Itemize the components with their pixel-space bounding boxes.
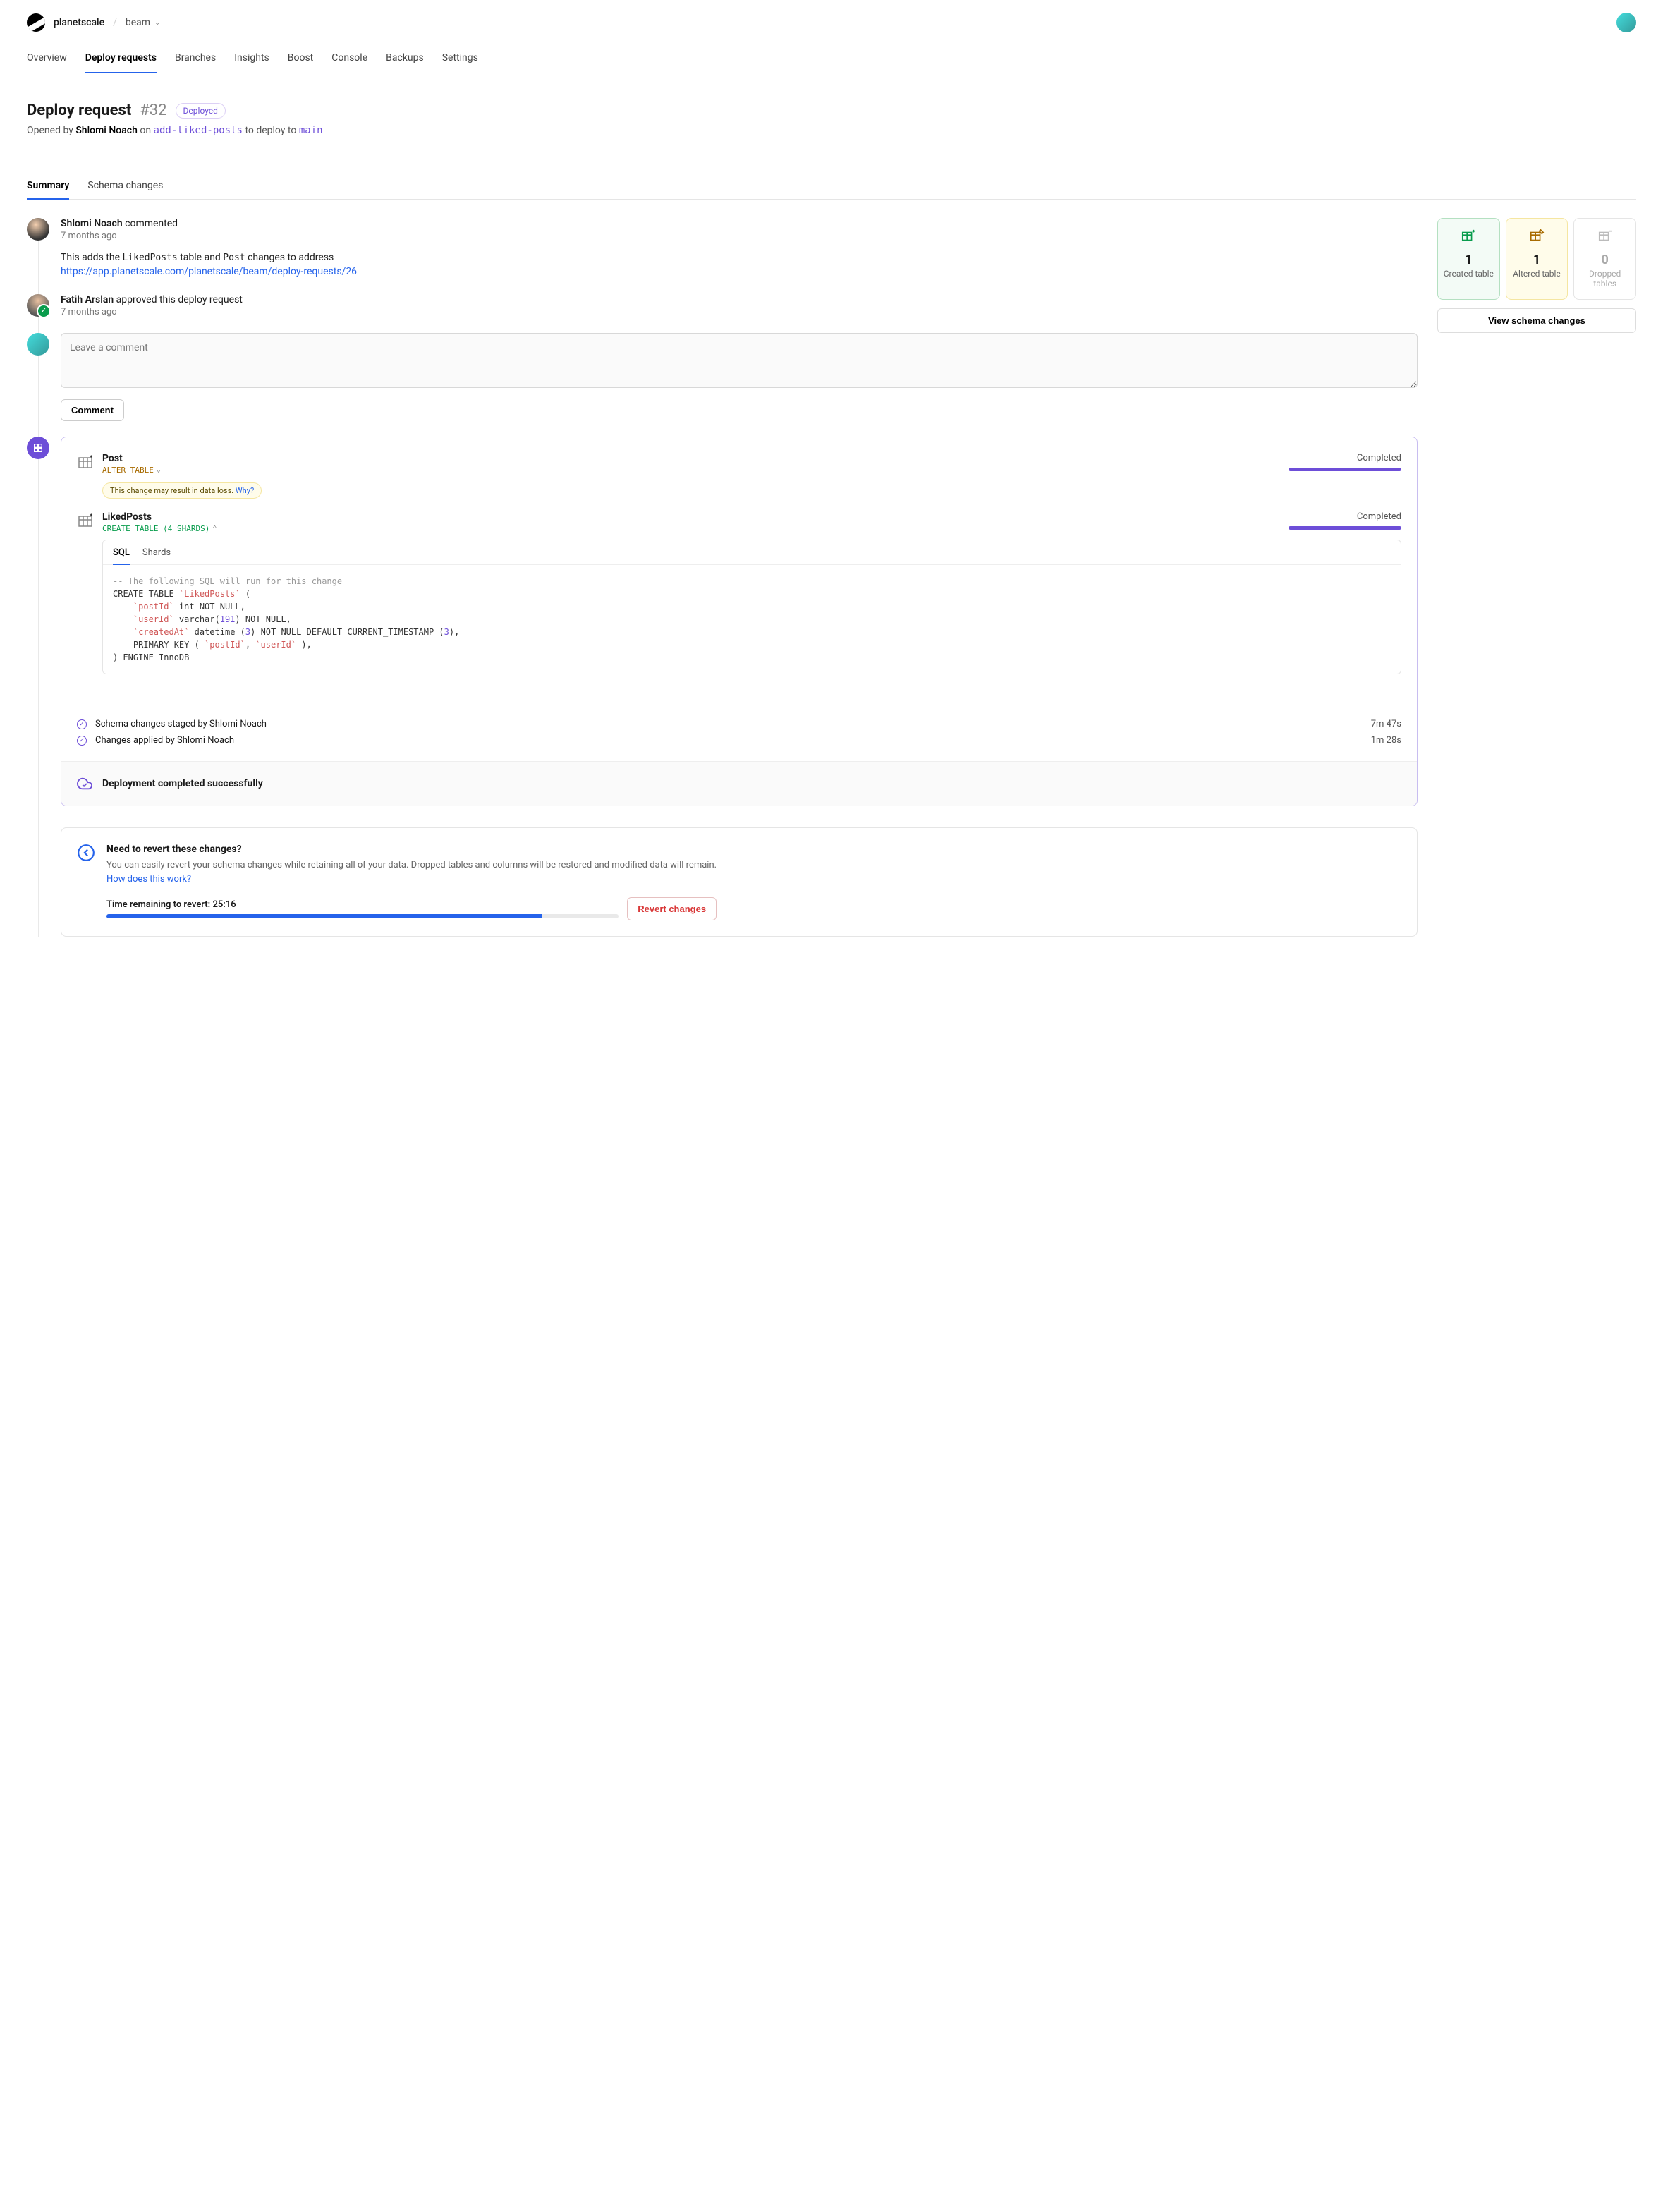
deployment-icon [27, 437, 49, 459]
revert-button[interactable]: Revert changes [627, 897, 717, 920]
progress-bar [1289, 468, 1401, 471]
cloud-check-icon [77, 776, 92, 791]
comment-body: This adds the LikedPosts table and Post … [61, 251, 1418, 279]
chevron-up-icon: ⌃ [212, 525, 217, 533]
deploy-event: ✓ Changes applied by Shlomi Noach 1m 28s [77, 732, 1401, 748]
approval-time: 7 months ago [61, 307, 1418, 317]
nav-insights[interactable]: Insights [234, 45, 269, 73]
current-user-avatar [27, 333, 49, 356]
view-schema-changes-button[interactable]: View schema changes [1437, 308, 1636, 333]
approver-avatar[interactable] [27, 294, 49, 317]
sql-code: -- The following SQL will run for this c… [103, 565, 1401, 674]
planetscale-logo[interactable] [27, 13, 45, 32]
check-circle-icon: ✓ [77, 736, 87, 746]
commenter-avatar[interactable] [27, 218, 49, 241]
breadcrumb: planetscale / beam ⌄ [27, 13, 160, 32]
opener-name: Shlomi Noach [75, 125, 138, 136]
table-edit-icon [1529, 229, 1545, 244]
revert-progress-bar [106, 914, 619, 918]
nav-deploy-requests[interactable]: Deploy requests [85, 45, 157, 73]
tab-summary[interactable]: Summary [27, 173, 69, 200]
comment-button[interactable]: Comment [61, 399, 124, 421]
table-plus-icon [1461, 229, 1476, 244]
change-operation[interactable]: CREATE TABLE (4 shards) ⌃ [102, 524, 217, 533]
nav-console[interactable]: Console [331, 45, 367, 73]
database-selector[interactable]: beam ⌄ [126, 17, 161, 28]
nav-backups[interactable]: Backups [386, 45, 424, 73]
change-operation[interactable]: ALTER TABLE ⌄ [102, 466, 161, 475]
check-circle-icon: ✓ [77, 719, 87, 729]
comment-input[interactable] [61, 333, 1418, 388]
comment-header: Shlomi Noach commented [61, 218, 1418, 229]
sql-panel: SQL Shards -- The following SQL will run… [102, 540, 1401, 674]
page-title: Deploy request [27, 102, 131, 119]
alter-table-icon [77, 454, 94, 471]
approval-header: Fatih Arslan approved this deploy reques… [61, 294, 1418, 305]
target-branch[interactable]: main [299, 125, 323, 136]
deployment-card: Post ALTER TABLE ⌄ Completed [61, 437, 1418, 806]
change-status: Completed [1289, 453, 1401, 463]
database-name: beam [126, 17, 150, 28]
source-branch[interactable]: add-liked-posts [154, 125, 243, 136]
deploy-request-number: #32 [140, 102, 166, 119]
stat-dropped: 0 Dropped tables [1573, 218, 1636, 300]
nav-branches[interactable]: Branches [175, 45, 216, 73]
user-avatar[interactable] [1616, 13, 1636, 32]
warning-help-link[interactable]: Why? [236, 486, 254, 495]
revert-description: You can easily revert your schema change… [106, 859, 717, 873]
change-name: LikedPosts [102, 511, 1280, 523]
nav-boost[interactable]: Boost [288, 45, 314, 73]
revert-help-link[interactable]: How does this work? [106, 874, 191, 885]
revert-card: Need to revert these changes? You can ea… [61, 827, 1418, 937]
deployment-success: Deployment completed successfully [61, 761, 1417, 806]
page-subtitle: Opened by Shlomi Noach on add-liked-post… [27, 125, 1636, 136]
stat-created: 1 Created table [1437, 218, 1500, 300]
change-name: Post [102, 453, 1280, 464]
comment-time: 7 months ago [61, 231, 1418, 241]
comment-link[interactable]: https://app.planetscale.com/planetscale/… [61, 266, 357, 277]
deploy-event: ✓ Schema changes staged by Shlomi Noach … [77, 716, 1401, 732]
change-status: Completed [1289, 511, 1401, 522]
org-link[interactable]: planetscale [54, 17, 104, 28]
chevron-down-icon: ⌄ [157, 466, 161, 474]
sql-tab-sql[interactable]: SQL [113, 547, 130, 565]
table-minus-icon [1597, 229, 1613, 244]
revert-icon [77, 844, 95, 862]
revert-title: Need to revert these changes? [106, 844, 717, 855]
nav-settings[interactable]: Settings [442, 45, 478, 73]
nav-overview[interactable]: Overview [27, 45, 67, 73]
main-nav: Overview Deploy requests Branches Insigh… [27, 45, 1636, 73]
chevron-down-icon: ⌄ [154, 19, 160, 27]
data-loss-warning: This change may result in data loss. Why… [102, 482, 262, 499]
breadcrumb-separator: / [113, 17, 117, 28]
progress-bar [1289, 526, 1401, 530]
sql-tab-shards[interactable]: Shards [142, 547, 171, 564]
stat-altered: 1 Altered table [1506, 218, 1568, 300]
tab-schema-changes[interactable]: Schema changes [87, 173, 163, 199]
create-table-icon [77, 513, 94, 530]
status-badge: Deployed [176, 103, 226, 119]
revert-time-remaining: Time remaining to revert: 25:16 [106, 899, 619, 910]
